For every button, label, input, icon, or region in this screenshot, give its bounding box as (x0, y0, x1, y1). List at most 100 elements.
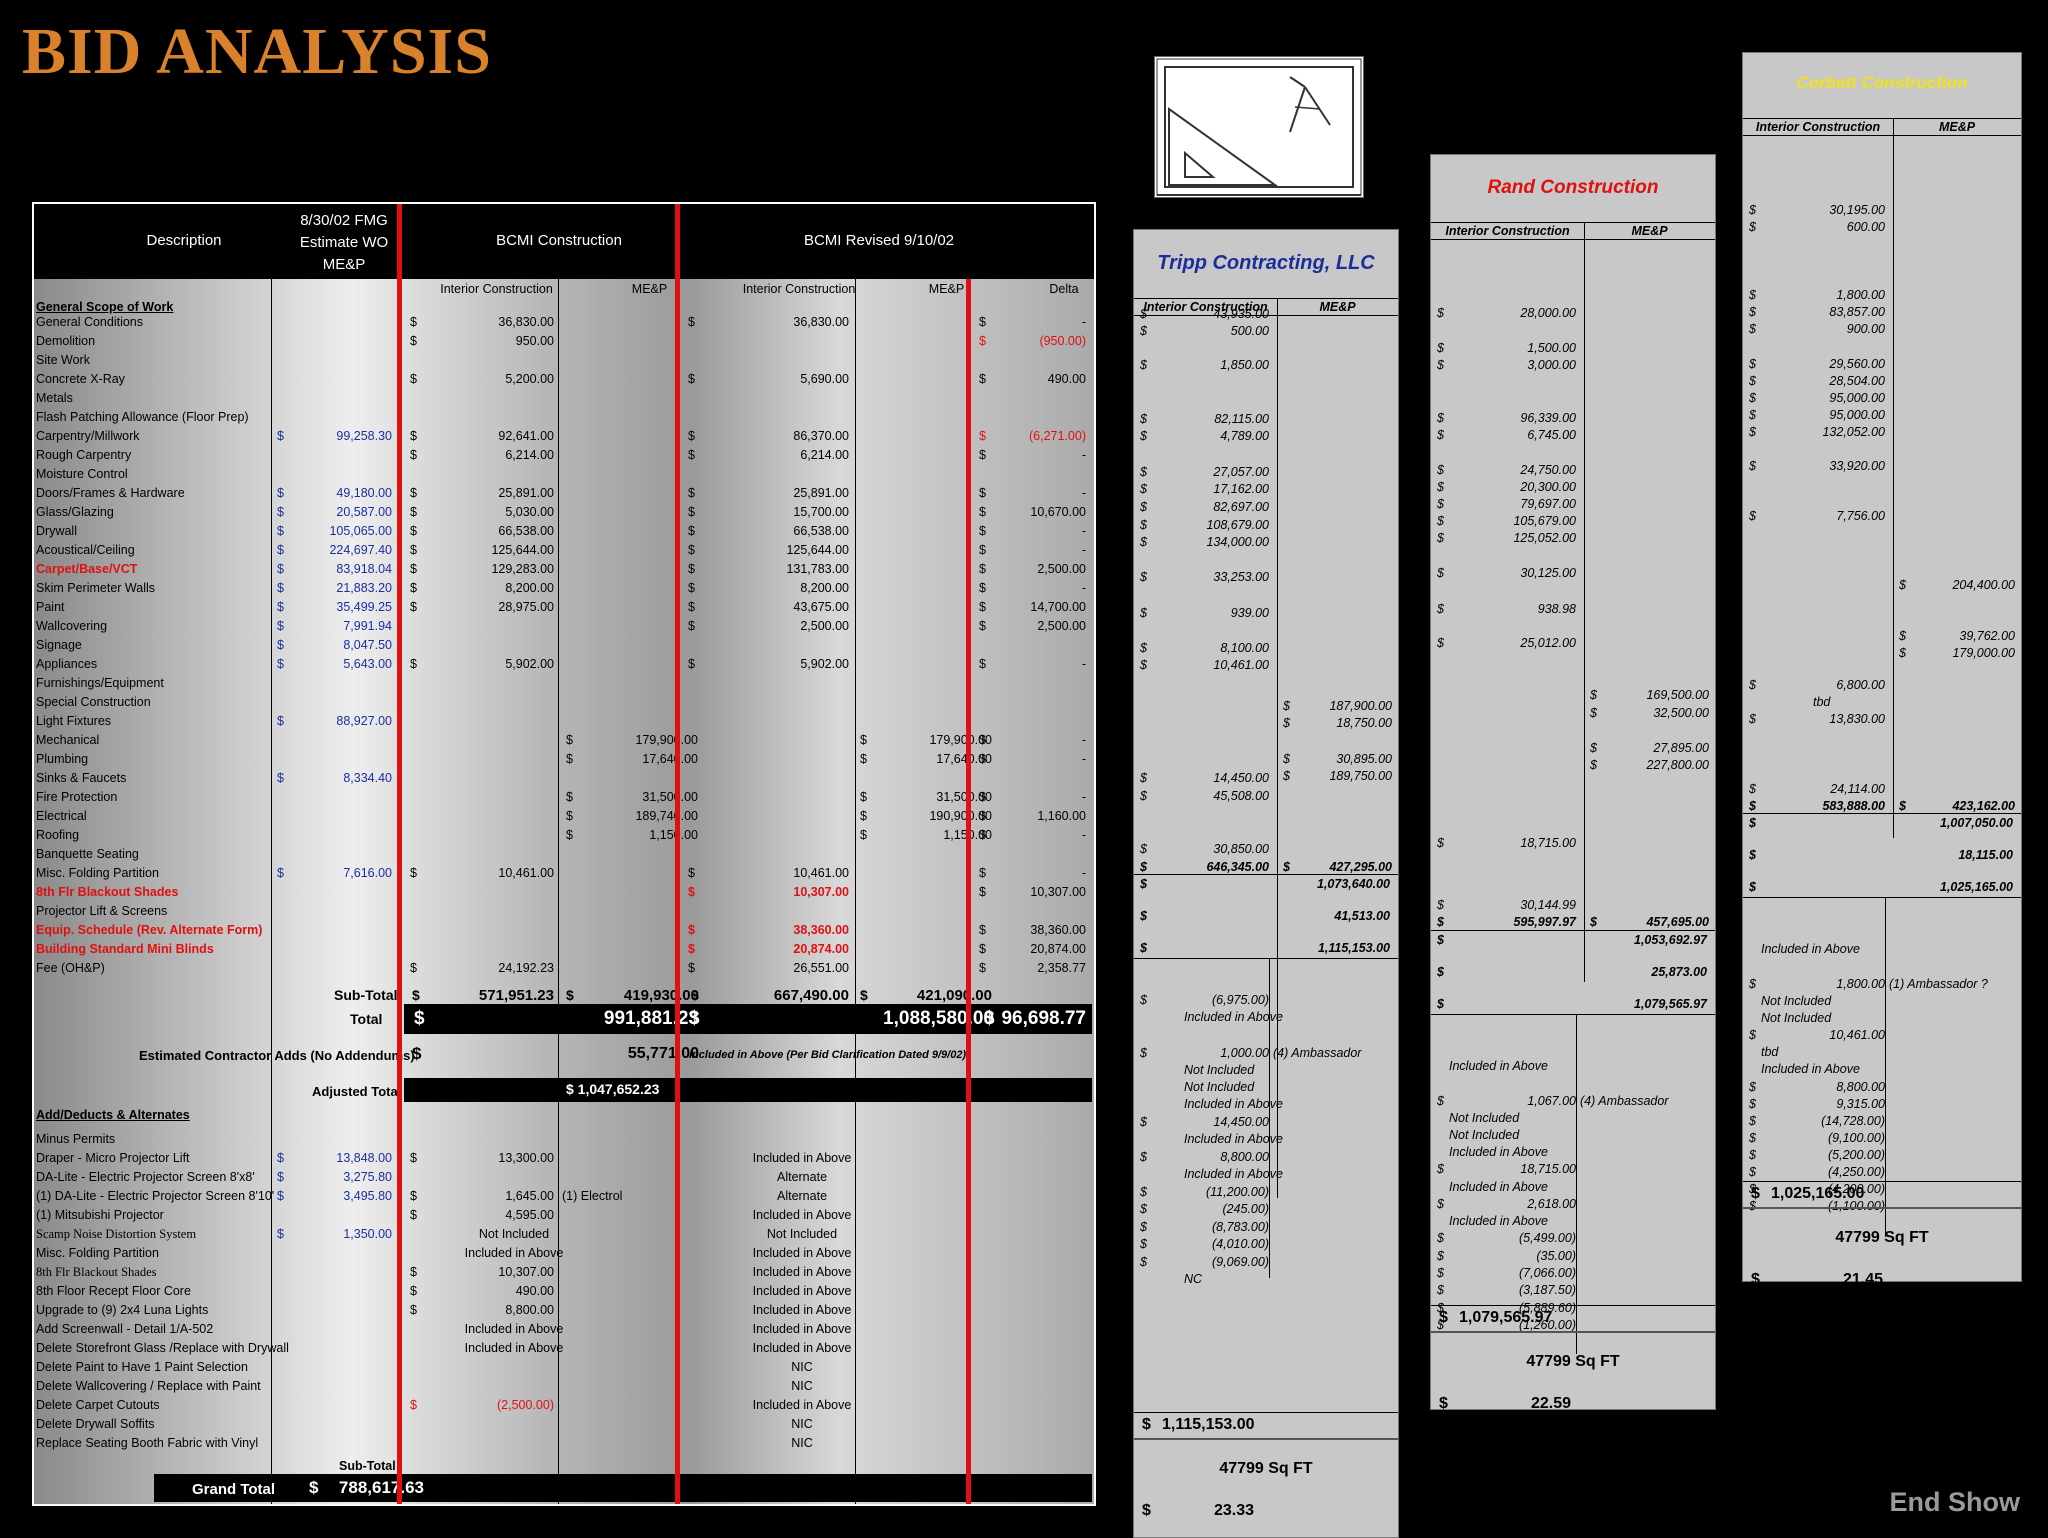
dollar-sign: $ (1749, 357, 1756, 371)
dollar-sign: $ (688, 600, 695, 614)
interior-value: 28,504.00 (1829, 374, 1885, 388)
rand-name: Rand Construction (1487, 177, 1659, 198)
row-bcmi-interior: 36,830.00 (498, 315, 554, 329)
row-revised-interior: 25,891.00 (793, 486, 849, 500)
header-mep: ME&P (1893, 118, 2021, 136)
dollar-sign: $ (410, 1265, 417, 1279)
total-value: 25,873.00 (1651, 965, 1707, 979)
cost-per-sqft: 23.33 (1214, 1502, 1255, 1519)
dollar-sign: $ (1140, 307, 1147, 321)
row-fmg-value: 105,065.00 (329, 524, 392, 538)
alt-value: (4,010.00) (1212, 1237, 1269, 1251)
dollar-sign: $ (1749, 425, 1756, 439)
dollar-sign: $ (277, 1170, 284, 1184)
row-bcmi-interior: 92,641.00 (498, 429, 554, 443)
dollar-sign: $ (1140, 658, 1147, 672)
dollar-sign: $ (1749, 374, 1756, 388)
mep-value: 169,500.00 (1646, 688, 1709, 702)
end-show-button[interactable]: End Show (1890, 1487, 2021, 1518)
dollar-sign: $ (1437, 497, 1444, 511)
row-delta: 2,358.77 (1037, 961, 1086, 975)
row-bcmi-interior: 5,200.00 (505, 372, 554, 386)
tripp-name: Tripp Contracting, LLC (1157, 252, 1375, 274)
dollar-sign: $ (410, 1284, 417, 1298)
dollar-sign: $ (277, 581, 284, 595)
dollar-sign: $ (979, 543, 986, 557)
row-delta: - (1081, 524, 1086, 538)
header-mep: ME&P (1584, 222, 1715, 240)
alt-note: Not Included (1184, 1080, 1255, 1094)
dollar-sign: $ (860, 790, 867, 804)
row-description: Fire Protection (36, 790, 118, 804)
row-delta: - (1081, 315, 1086, 329)
row-fmg-value: 8,334.40 (343, 771, 392, 785)
row-delta: - (1081, 486, 1086, 500)
interior-value: 45,508.00 (1213, 789, 1269, 803)
dollar-sign: $ (566, 809, 573, 823)
row-description: Acoustical/Ceiling (36, 543, 135, 557)
dollar-sign: $ (1749, 322, 1756, 336)
alt-note: Included in Above (1449, 1214, 1548, 1228)
alt-revised-value: Included in Above (752, 1265, 852, 1279)
dollar-sign: $ (1140, 842, 1147, 856)
dollar-sign: $ (1140, 1237, 1147, 1251)
subtotal-revised-interior: 667,490.00 (773, 987, 849, 1004)
row-revised-interior: 15,700.00 (793, 505, 849, 519)
alt-value: (35.00) (1536, 1249, 1576, 1263)
dollar-sign: $ (1140, 641, 1147, 655)
dollar-sign: $ (1140, 324, 1147, 338)
row-delta: - (1081, 657, 1086, 671)
row-delta: - (1081, 733, 1086, 747)
header-bcmi: BCMI Construction (496, 232, 622, 249)
dollar-sign: $ (566, 828, 573, 842)
alt-description: Delete Storefront Glass /Replace with Dr… (36, 1341, 289, 1355)
interior-value: 4,789.00 (1220, 429, 1269, 443)
row-delta: - (1081, 448, 1086, 462)
mep-value: 27,895.00 (1653, 741, 1709, 755)
interior-value: 17,162.00 (1213, 482, 1269, 496)
alt-bcmi-value: Included in Above (464, 1246, 564, 1260)
alt-revised-value: Alternate (776, 1189, 828, 1203)
dollar-sign: $ (979, 448, 986, 462)
dollar-sign: $ (1140, 1185, 1147, 1199)
dollar-sign: $ (1749, 880, 1756, 894)
subtotal-bcmi-interior: 571,951.23 (478, 987, 554, 1004)
dollar-sign: $ (688, 524, 695, 538)
interior-value: 30,850.00 (1213, 842, 1269, 856)
dollar-sign: $ (1749, 288, 1756, 302)
alt-value: (7,066.00) (1519, 1266, 1576, 1280)
dollar-sign: $ (277, 619, 284, 633)
interior-value: 28,000.00 (1520, 306, 1576, 320)
dollar-sign: $ (688, 961, 695, 975)
row-revised-interior: 131,783.00 (786, 562, 849, 576)
dollar-sign: $ (1437, 566, 1444, 580)
dollar-sign: $ (1140, 789, 1147, 803)
dollar-sign: $ (1437, 915, 1444, 929)
compass-triangle-icon (1156, 58, 1362, 196)
dollar-sign: $ (979, 429, 986, 443)
alt-mep-note: (4) Ambassador (1580, 1094, 1669, 1108)
alt-value: (6,975.00) (1212, 993, 1269, 1007)
row-description: Moisture Control (36, 467, 128, 481)
alt-value: 8,800.00 (1220, 1150, 1269, 1164)
adjusted-total-value: $ 1,047,652.23 (566, 1081, 660, 1097)
dollar-sign: $ (1749, 1131, 1756, 1145)
row-description: Projector Lift & Screens (36, 904, 168, 918)
interior-value: 6,800.00 (1836, 678, 1885, 692)
dollar-sign: $ (1140, 771, 1147, 785)
dollar-sign: $ (1140, 429, 1147, 443)
alt-description: Delete Carpet Cutouts (36, 1398, 160, 1412)
interior-value: 1,800.00 (1836, 288, 1885, 302)
interior-value: 95,000.00 (1829, 408, 1885, 422)
dollar-sign: $ (1749, 203, 1756, 217)
alt-description: Upgrade to (9) 2x4 Luna Lights (36, 1303, 209, 1317)
dollar-sign: $ (1140, 909, 1147, 923)
dollar-sign: $ (1437, 898, 1444, 912)
alt-value: (9,100.00) (1828, 1131, 1885, 1145)
dollar-sign: $ (979, 828, 986, 842)
row-bcmi-interior: 10,461.00 (498, 866, 554, 880)
dollar-sign: $ (979, 600, 986, 614)
row-revised-interior: 125,644.00 (786, 543, 849, 557)
dollar-sign: $ (1140, 358, 1147, 372)
interior-value: 8,100.00 (1220, 641, 1269, 655)
